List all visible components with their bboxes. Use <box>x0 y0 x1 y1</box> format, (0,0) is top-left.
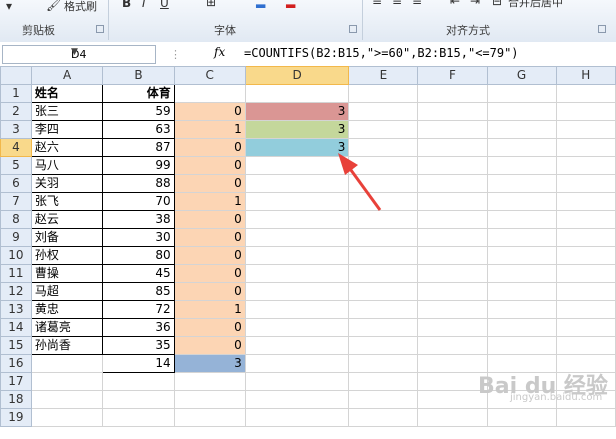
annotation-arrow-head <box>338 153 358 175</box>
baidu-watermark-url: jingyan.baidu.com <box>510 392 603 403</box>
annotation-arrow-shaft <box>346 165 382 211</box>
